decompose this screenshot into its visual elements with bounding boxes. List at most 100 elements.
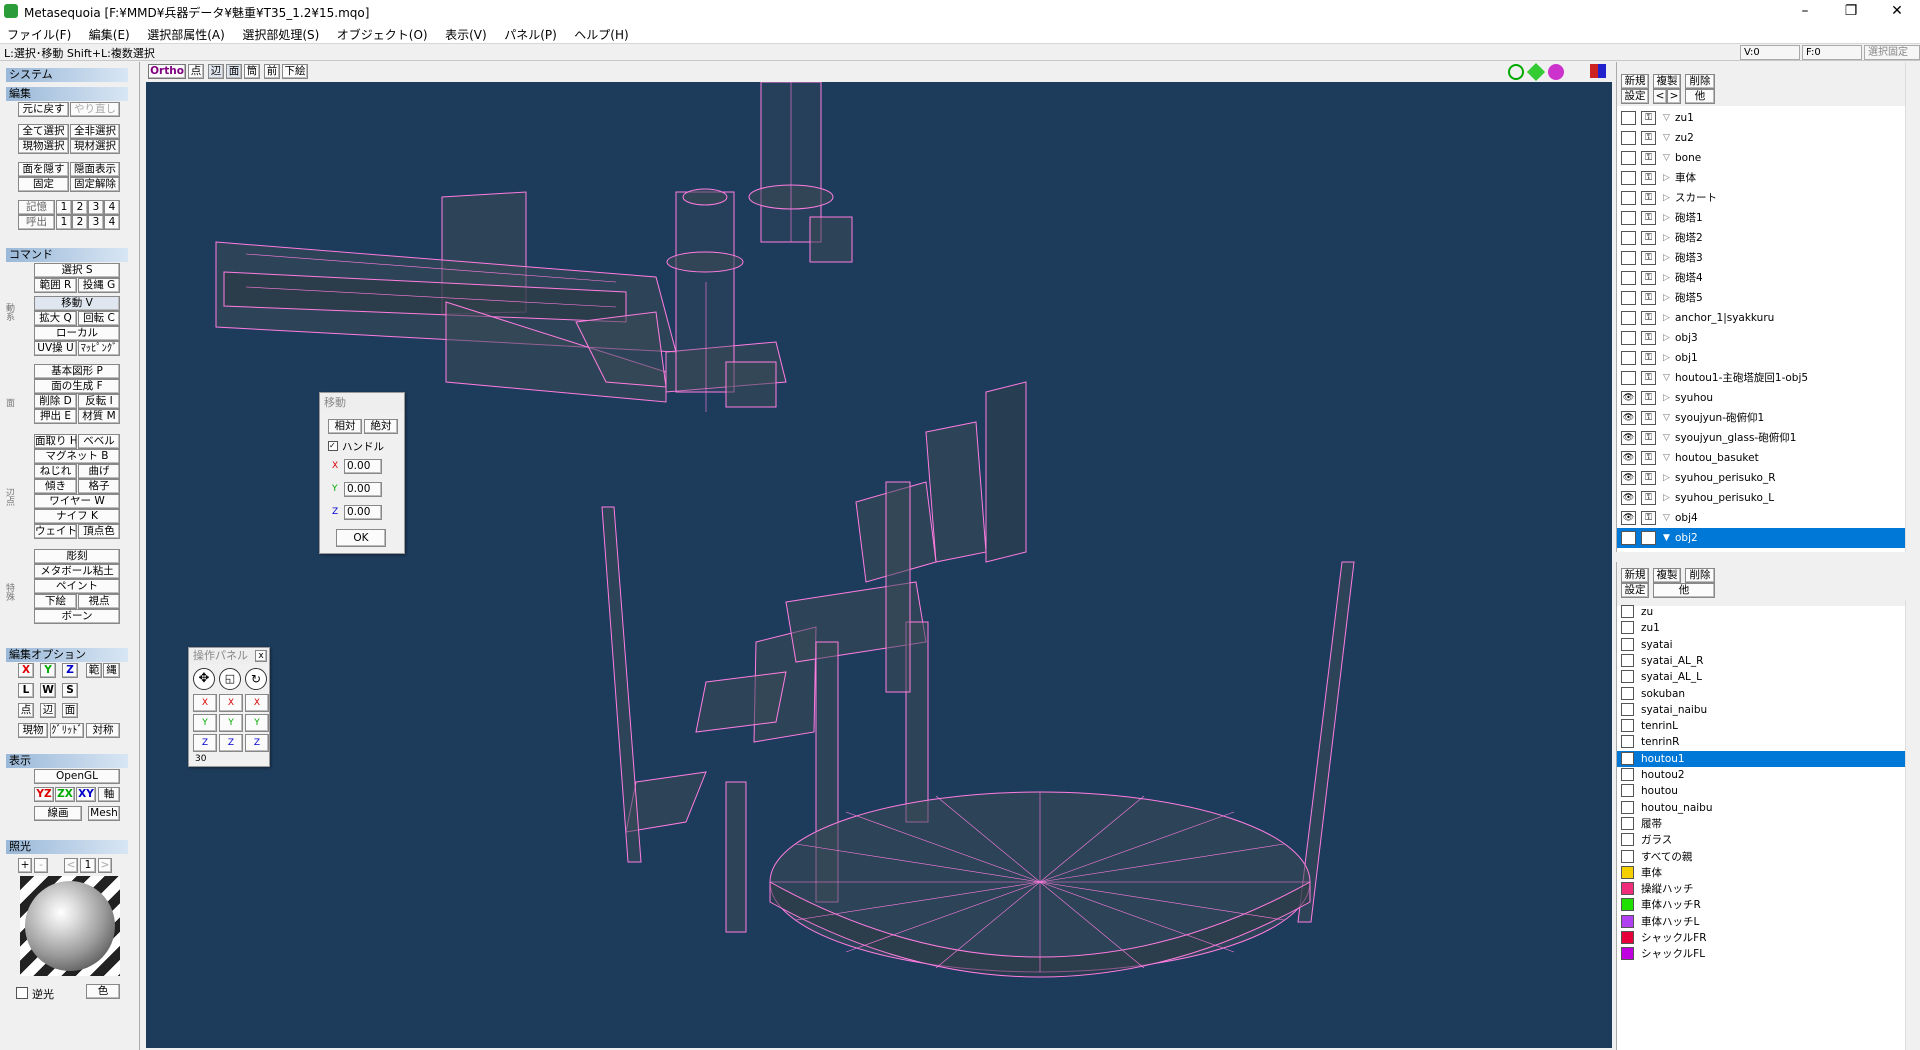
menu-panel[interactable]: パネル(P) (497, 24, 564, 45)
underlay-toggle[interactable]: 下絵 (282, 64, 308, 79)
viewpoint-tool-button[interactable]: 視点 (78, 594, 120, 609)
tilt-tool-button[interactable]: 傾き (34, 479, 77, 494)
visibility-hidden-icon[interactable] (1621, 231, 1636, 245)
menu-edit[interactable]: 編集(E) (82, 24, 137, 45)
material-color-swatch[interactable] (1621, 605, 1634, 618)
bend-tool-button[interactable]: 曲げ (78, 464, 120, 479)
extrude-tool-button[interactable]: 押出 E (34, 409, 77, 424)
visibility-hidden-icon[interactable] (1621, 351, 1636, 365)
expand-toggle-icon[interactable]: ▷ (1663, 248, 1675, 268)
lock-icon[interactable]: ⚿ (1641, 151, 1656, 165)
object-row[interactable]: ⚿ ▷ 砲塔3 (1617, 248, 1907, 268)
expand-toggle-icon[interactable]: ▷ (1663, 168, 1675, 188)
material-color-swatch[interactable] (1621, 882, 1634, 896)
handle-checkbox[interactable]: ✓ (328, 441, 338, 451)
move-x-button[interactable]: X (193, 694, 217, 712)
world-coord-toggle[interactable]: W (40, 683, 56, 698)
zoom-icon[interactable] (1508, 64, 1524, 80)
show-hidden-button[interactable]: 隠面表示 (70, 162, 120, 177)
expand-toggle-icon[interactable]: ▽ (1663, 128, 1675, 148)
y-value-input[interactable]: 0.00 (344, 482, 382, 497)
paint-tool-button[interactable]: ペイント (34, 579, 120, 594)
menu-object[interactable]: オブジェクト(O) (330, 24, 435, 45)
close-button[interactable]: ✕ (1874, 0, 1920, 24)
move-ok-button[interactable]: OK (336, 529, 386, 547)
expand-toggle-icon[interactable]: ▷ (1663, 268, 1675, 288)
view-zx-button[interactable]: ZX (55, 787, 75, 802)
material-color-swatch[interactable] (1621, 931, 1634, 944)
section-edit-options[interactable]: 編集オプション (6, 648, 128, 662)
section-edit[interactable]: 編集 (6, 87, 128, 101)
menu-selection-attr[interactable]: 選択部属性(A) (140, 24, 232, 45)
object-row[interactable]: ⚿ ▽ houtou1-主砲塔旋回1-obj5 (1617, 368, 1907, 388)
expand-toggle-icon[interactable]: ▽ (1663, 428, 1675, 448)
view-yz-button[interactable]: YZ (34, 787, 54, 802)
wireframe-button[interactable]: 線画 (34, 806, 82, 821)
expand-toggle-icon[interactable]: ▼ (1663, 528, 1675, 548)
local-coord-toggle[interactable]: L (18, 683, 34, 698)
select-current-object-button[interactable]: 現物選択 (18, 139, 69, 154)
expand-toggle-icon[interactable]: ▽ (1663, 368, 1675, 388)
lock-icon[interactable]: ⚿ (1641, 411, 1656, 425)
object-row[interactable]: ⚿ ▷ スカート (1617, 188, 1907, 208)
lock-icon[interactable]: ⚿ (1641, 291, 1656, 305)
operation-panel-close[interactable]: x (255, 650, 267, 662)
material-color-swatch[interactable] (1621, 768, 1634, 781)
rotate-view-icon[interactable] (1548, 64, 1564, 80)
lock-icon[interactable]: ⚿ (1641, 131, 1656, 145)
expand-toggle-icon[interactable]: ▷ (1663, 328, 1675, 348)
axis-x-toggle[interactable]: X (18, 663, 34, 678)
material-row[interactable]: 車体ハッチL (1617, 914, 1907, 930)
visibility-hidden-icon[interactable] (1621, 291, 1636, 305)
expand-toggle-icon[interactable]: ▷ (1663, 288, 1675, 308)
material-row[interactable]: syatai (1617, 637, 1907, 653)
material-row[interactable]: houtou_naibu (1617, 800, 1907, 816)
material-row[interactable]: tenrinR (1617, 734, 1907, 750)
object-row[interactable]: 👁 ⚿ ▷ syuhou_perisuko_R (1617, 468, 1907, 488)
lock-icon[interactable]: ⚿ (1641, 391, 1656, 405)
lock-icon[interactable]: ⚿ (1641, 311, 1656, 325)
recall-4-button[interactable]: 4 (104, 215, 120, 230)
light-prev-button[interactable]: < (64, 858, 78, 873)
material-color-swatch[interactable] (1621, 686, 1634, 700)
maximize-button[interactable]: ❐ (1828, 0, 1874, 24)
visibility-eye-icon[interactable]: 👁 (1621, 391, 1636, 405)
material-color-swatch[interactable] (1621, 751, 1634, 765)
material-color-swatch[interactable] (1621, 833, 1634, 847)
material-tool-button[interactable]: 材質 M (78, 409, 120, 424)
material-row[interactable]: sokuban (1617, 686, 1907, 702)
object-row[interactable]: 👁 ⚿ ▽ syoujyun-砲俯仰1 (1617, 408, 1907, 428)
bevel-tool-button[interactable]: ベベル (78, 434, 120, 449)
material-color-swatch[interactable] (1621, 653, 1634, 667)
light-remove-button[interactable]: - (34, 858, 48, 873)
lock-icon[interactable]: ⚿ (1641, 471, 1656, 485)
axis-y-toggle[interactable]: Y (40, 663, 56, 678)
expand-toggle-icon[interactable]: ▷ (1663, 488, 1675, 508)
move-z-button[interactable]: Z (193, 734, 217, 752)
rotate-z-button[interactable]: Z (245, 734, 269, 752)
lasso-option-toggle[interactable]: 縄 (103, 663, 120, 678)
material-row[interactable]: tenrinL (1617, 718, 1907, 734)
lock-icon[interactable]: ⚿ (1641, 451, 1656, 465)
pan-icon[interactable] (1526, 62, 1546, 82)
lock-icon[interactable]: ⚿ (1641, 431, 1656, 445)
metaball-tool-button[interactable]: メタボール粘土 (34, 564, 120, 579)
recall-1-button[interactable]: 1 (56, 215, 72, 230)
ortho-toggle[interactable]: Ortho (148, 64, 186, 79)
material-new-button[interactable]: 新規 (1621, 568, 1649, 583)
object-row[interactable]: 👁 ⚿ ▷ syuhou_perisuko_L (1617, 488, 1907, 508)
expand-toggle-icon[interactable]: ▷ (1663, 388, 1675, 408)
section-display[interactable]: 表示 (6, 754, 128, 768)
object-copy-button[interactable]: 複製 (1653, 74, 1681, 89)
menu-help[interactable]: ヘルプ(H) (567, 24, 635, 45)
light-next-button[interactable]: > (98, 858, 112, 873)
material-row[interactable]: 車体ハッチR (1617, 897, 1907, 913)
view-xy-button[interactable]: XY (76, 787, 96, 802)
material-color-swatch[interactable] (1621, 800, 1634, 814)
select-current-material-button[interactable]: 現材選択 (70, 139, 120, 154)
object-row[interactable]: 👁 ⚿ ▽ syoujyun_glass-砲俯仰1 (1617, 428, 1907, 448)
weight-tool-button[interactable]: ウェイト (34, 524, 77, 539)
lock-icon[interactable]: ⚿ (1641, 211, 1656, 225)
material-row[interactable]: syatai_naibu (1617, 702, 1907, 718)
object-row[interactable]: ⚿ ▷ 車体 (1617, 168, 1907, 188)
